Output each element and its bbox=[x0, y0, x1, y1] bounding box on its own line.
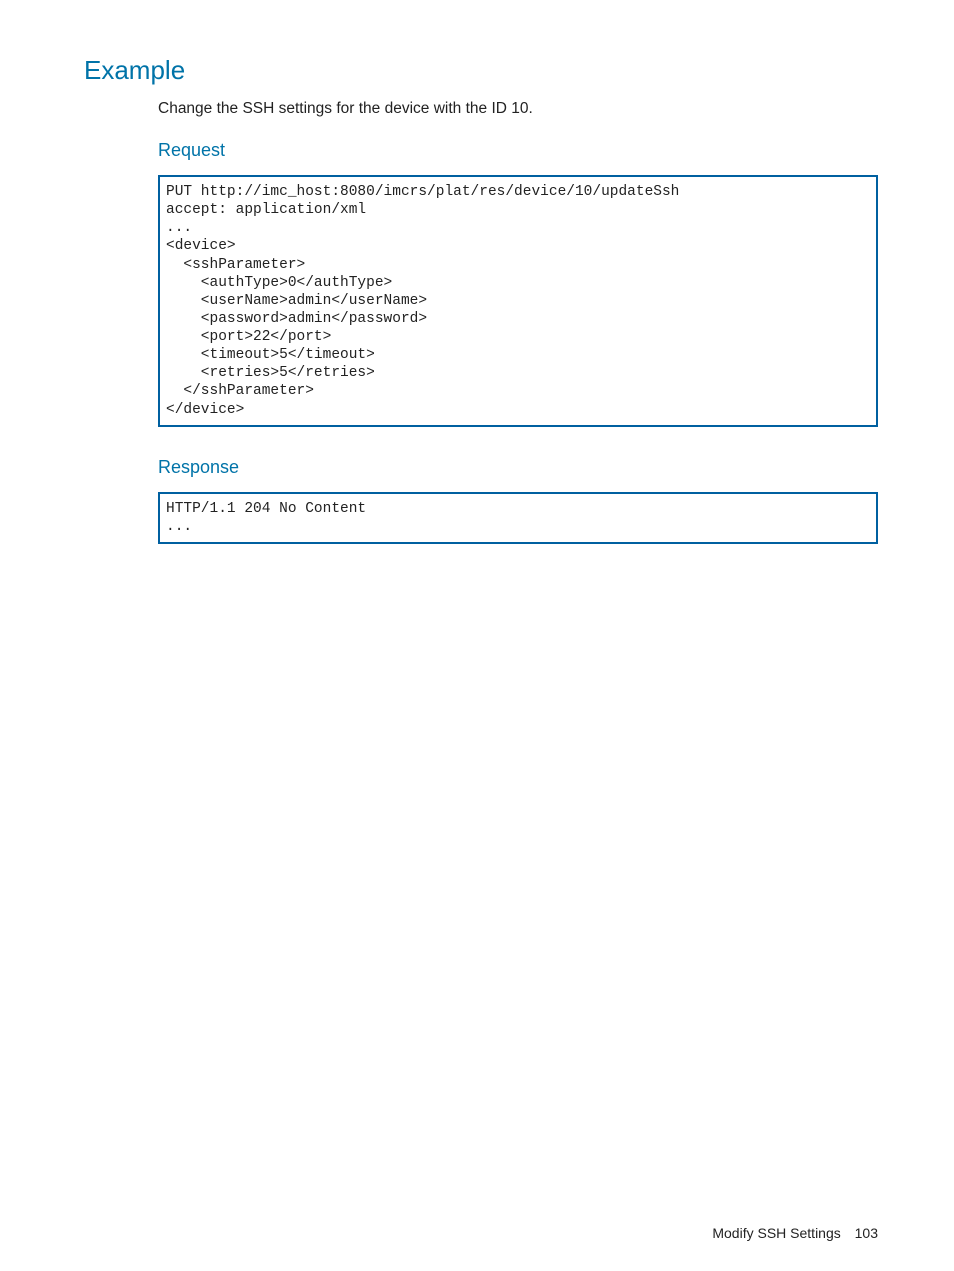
page-footer: Modify SSH Settings 103 bbox=[712, 1225, 878, 1241]
footer-section-label: Modify SSH Settings bbox=[712, 1225, 840, 1241]
response-heading: Response bbox=[158, 457, 878, 478]
footer-page-number: 103 bbox=[855, 1225, 878, 1241]
request-code-block: PUT http://imc_host:8080/imcrs/plat/res/… bbox=[158, 175, 878, 427]
response-code-block: HTTP/1.1 204 No Content ... bbox=[158, 492, 878, 544]
section-title: Example bbox=[84, 55, 878, 86]
intro-text: Change the SSH settings for the device w… bbox=[158, 100, 878, 118]
request-heading: Request bbox=[158, 140, 878, 161]
